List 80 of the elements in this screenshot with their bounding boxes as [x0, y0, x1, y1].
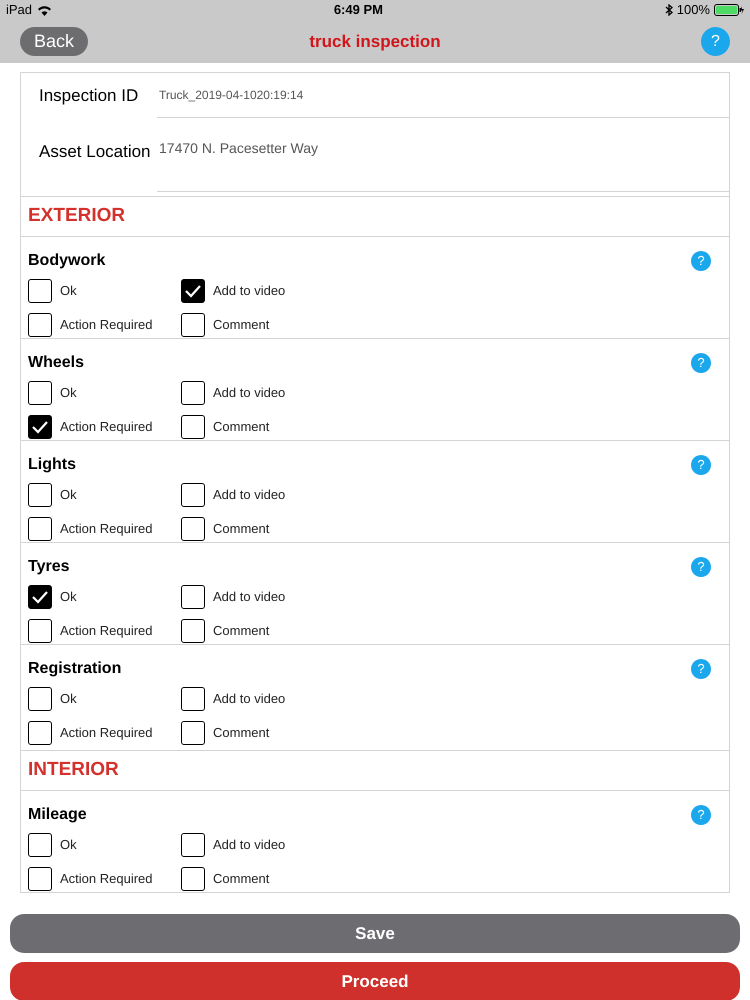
- status-time: 6:49 PM: [334, 1, 383, 20]
- checkbox[interactable]: [28, 415, 52, 439]
- help-button[interactable]: ?: [701, 27, 730, 56]
- checkbox[interactable]: [28, 517, 52, 541]
- wifi-icon: [37, 4, 52, 16]
- help-button[interactable]: ?: [691, 805, 711, 825]
- item-title: Wheels: [28, 353, 84, 373]
- checkbox-label: Action Required: [60, 418, 152, 436]
- back-button[interactable]: Back: [20, 27, 88, 56]
- checkmark-icon: [31, 420, 49, 434]
- checkbox-label: Ok: [60, 690, 77, 708]
- checkbox[interactable]: [28, 585, 52, 609]
- checkbox-label: Comment: [213, 316, 270, 334]
- help-button[interactable]: ?: [691, 353, 711, 373]
- text-field[interactable]: Truck_2019-04-1020:19:14: [157, 73, 729, 118]
- checkbox-label: Comment: [213, 418, 270, 436]
- help-button[interactable]: ?: [691, 557, 711, 577]
- save-button[interactable]: Save: [10, 914, 740, 953]
- checkbox-label: Add to video: [213, 282, 286, 300]
- checkbox[interactable]: [181, 867, 205, 891]
- item-title: Lights: [28, 455, 76, 475]
- checkbox-label: Comment: [213, 870, 270, 888]
- checkbox-label: Action Required: [60, 724, 152, 742]
- checkbox[interactable]: [28, 867, 52, 891]
- checkbox[interactable]: [181, 381, 205, 405]
- checkbox-label: Action Required: [60, 870, 152, 888]
- checkbox[interactable]: [28, 619, 52, 643]
- help-button[interactable]: ?: [691, 251, 711, 271]
- battery-percent: 100%: [676, 1, 710, 20]
- text-field[interactable]: 17470 N. Pacesetter Way: [157, 118, 729, 192]
- checkbox[interactable]: [28, 381, 52, 405]
- checkbox-label: Ok: [60, 282, 77, 300]
- checkbox[interactable]: [28, 279, 52, 303]
- checkbox-label: Add to video: [213, 836, 286, 854]
- checkbox-label: Comment: [213, 520, 270, 538]
- device-name: iPad: [6, 1, 32, 20]
- item-title: Mileage: [28, 805, 87, 825]
- checkbox[interactable]: [28, 687, 52, 711]
- field-label: Asset Location: [38, 141, 152, 163]
- checkbox-label: Add to video: [213, 486, 286, 504]
- checkbox-label: Ok: [60, 486, 77, 504]
- checkbox-label: Add to video: [213, 588, 286, 606]
- checkbox[interactable]: [181, 585, 205, 609]
- section-header: EXTERIOR: [28, 204, 126, 228]
- checkbox-label: Action Required: [60, 316, 152, 334]
- checkmark-icon: [184, 284, 202, 298]
- help-button[interactable]: ?: [691, 659, 711, 679]
- item-title: Registration: [28, 659, 122, 679]
- checkbox[interactable]: [28, 483, 52, 507]
- checkbox-label: Ok: [60, 384, 77, 402]
- checkbox-label: Ok: [60, 836, 77, 854]
- help-button[interactable]: ?: [691, 455, 711, 475]
- item-title: Bodywork: [28, 251, 106, 271]
- checkbox[interactable]: [181, 721, 205, 745]
- checkbox[interactable]: [181, 279, 205, 303]
- page-title: truck inspection: [309, 30, 441, 53]
- checkbox-label: Ok: [60, 588, 77, 606]
- checkbox[interactable]: [28, 833, 52, 857]
- checkbox-label: Comment: [213, 724, 270, 742]
- checkbox[interactable]: [181, 619, 205, 643]
- field-label: Inspection ID: [38, 84, 140, 107]
- checkmark-icon: [31, 590, 49, 604]
- checkbox-label: Add to video: [213, 384, 286, 402]
- proceed-button[interactable]: Proceed: [10, 962, 740, 1000]
- checkbox[interactable]: [181, 687, 205, 711]
- checkbox-label: Action Required: [60, 520, 152, 538]
- section-header: INTERIOR: [28, 758, 119, 782]
- checkbox[interactable]: [181, 833, 205, 857]
- battery-icon: [714, 4, 744, 16]
- item-title: Tyres: [28, 557, 70, 577]
- checkbox[interactable]: [181, 415, 205, 439]
- checkbox[interactable]: [28, 313, 52, 337]
- checkbox[interactable]: [28, 721, 52, 745]
- checkbox-label: Add to video: [213, 690, 286, 708]
- bluetooth-icon: [664, 4, 673, 16]
- checkbox-label: Comment: [213, 622, 270, 640]
- checkbox-label: Action Required: [60, 622, 152, 640]
- checkbox[interactable]: [181, 483, 205, 507]
- checkbox[interactable]: [181, 517, 205, 541]
- checkbox[interactable]: [181, 313, 205, 337]
